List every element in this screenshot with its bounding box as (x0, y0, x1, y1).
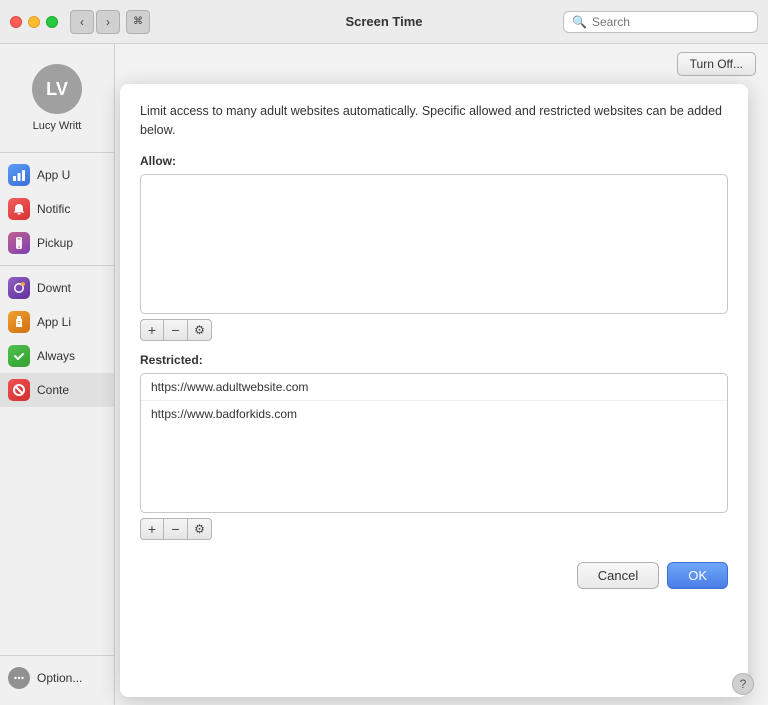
search-box[interactable]: 🔍 (563, 11, 758, 33)
restricted-section-label: Restricted: (140, 353, 728, 367)
restricted-add-button[interactable]: + (140, 518, 164, 540)
close-button[interactable] (10, 16, 22, 28)
sidebar-item-notifications[interactable]: Notific (0, 192, 114, 226)
options-item[interactable]: Option... (0, 661, 114, 695)
sidebar-label-content: Conte (37, 383, 106, 397)
sidebar-item-content[interactable]: Conte (0, 373, 114, 407)
allow-list (140, 174, 728, 314)
svg-text:!: ! (22, 283, 23, 287)
sidebar-item-downtime[interactable]: ! Downt (0, 271, 114, 305)
help-button[interactable]: ? (732, 673, 754, 695)
restricted-settings-button[interactable]: ⚙ (188, 518, 212, 540)
restricted-list[interactable]: https://www.adultwebsite.com https://www… (140, 373, 728, 513)
sidebar-divider3 (0, 655, 114, 656)
restricted-remove-button[interactable]: − (164, 518, 188, 540)
maximize-button[interactable] (46, 16, 58, 28)
sidebar-label-app-usage: App U (37, 168, 106, 182)
sidebar-label-downtime: Downt (37, 281, 106, 295)
sidebar-bottom: Option... (0, 650, 114, 705)
sidebar: LV Lucy Writt App U Notific (0, 44, 115, 705)
content-panel: Limit access to many adult websites auto… (120, 84, 748, 697)
sidebar-divider (0, 152, 114, 153)
turn-off-button[interactable]: Turn Off... (677, 52, 756, 76)
allow-add-button[interactable]: + (140, 319, 164, 341)
forward-button[interactable]: › (96, 10, 120, 34)
avatar: LV (32, 64, 82, 114)
top-bar: Turn Off... (115, 44, 768, 76)
sidebar-divider2 (0, 265, 114, 266)
traffic-lights (10, 16, 58, 28)
allow-list-controls: + − ⚙ (140, 319, 728, 341)
avatar-section: LV Lucy Writt (0, 54, 114, 147)
grid-button[interactable]: ⌘ (126, 10, 150, 34)
options-icon (8, 667, 30, 689)
nav-buttons: ‹ › (70, 10, 120, 34)
content-icon (8, 379, 30, 401)
window-title: Screen Time (345, 14, 422, 29)
sidebar-label-options: Option... (37, 671, 106, 685)
main-layout: LV Lucy Writt App U Notific (0, 44, 768, 705)
allow-section-label: Allow: (140, 154, 728, 168)
search-icon: 🔍 (572, 15, 587, 29)
app-limits-icon (8, 311, 30, 333)
minimize-button[interactable] (28, 16, 40, 28)
sidebar-label-always-on: Always (37, 349, 106, 363)
cancel-button[interactable]: Cancel (577, 562, 659, 589)
restricted-item-0[interactable]: https://www.adultwebsite.com (141, 374, 727, 401)
description-text: Limit access to many adult websites auto… (140, 102, 728, 140)
allow-remove-button[interactable]: − (164, 319, 188, 341)
search-input[interactable] (592, 15, 749, 29)
app-usage-icon (8, 164, 30, 186)
sidebar-item-pickups[interactable]: Pickup (0, 226, 114, 260)
sidebar-label-app-limits: App Li (37, 315, 106, 329)
allow-settings-button[interactable]: ⚙ (188, 319, 212, 341)
sidebar-item-always-on[interactable]: Always (0, 339, 114, 373)
restricted-item-1[interactable]: https://www.badforkids.com (141, 401, 727, 427)
sidebar-label-pickups: Pickup (37, 236, 106, 250)
downtime-icon: ! (8, 277, 30, 299)
restricted-list-controls: + − ⚙ (140, 518, 728, 540)
sidebar-label-notifications: Notific (37, 202, 106, 216)
sidebar-item-app-limits[interactable]: App Li (0, 305, 114, 339)
always-on-icon (8, 345, 30, 367)
content-area: Turn Off... Limit access to many adult w… (115, 44, 768, 705)
dialog-buttons: Cancel OK (140, 554, 728, 589)
user-name: Lucy Writt (0, 120, 114, 132)
back-button[interactable]: ‹ (70, 10, 94, 34)
ok-button[interactable]: OK (667, 562, 728, 589)
titlebar: ‹ › ⌘ Screen Time 🔍 (0, 0, 768, 44)
notifications-icon (8, 198, 30, 220)
sidebar-item-app-usage[interactable]: App U (0, 158, 114, 192)
pickups-icon (8, 232, 30, 254)
